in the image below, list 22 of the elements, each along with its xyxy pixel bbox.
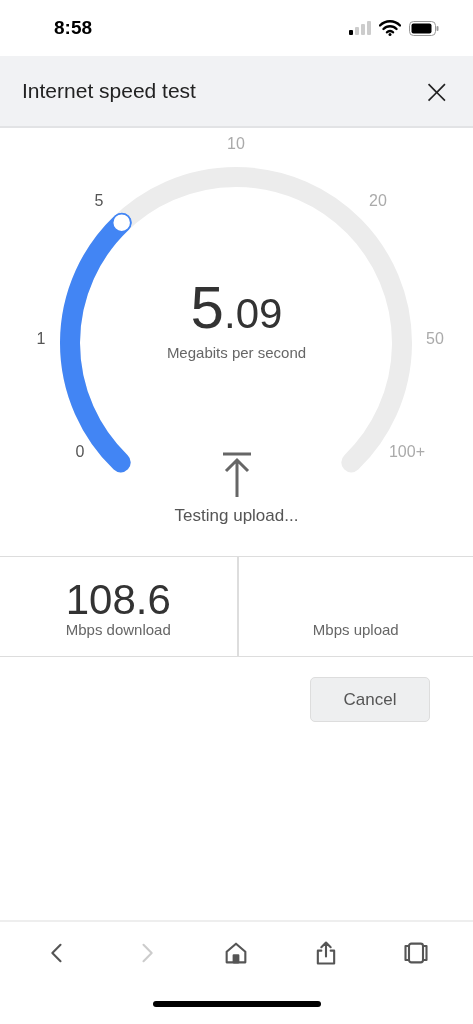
result-label: Mbps upload [312, 621, 399, 638]
speed-reading: 5.09 [190, 278, 283, 338]
gauge-tick-label: 100+ [389, 443, 425, 460]
result-label: Mbps download [65, 621, 171, 638]
status-time: 8:58 [54, 17, 93, 39]
gauge-tick-label: 10 [227, 135, 245, 152]
test-status: Testing upload... [174, 506, 299, 526]
close-button[interactable]: × [422, 74, 451, 108]
gauge-tick-label: 5 [94, 192, 104, 209]
battery-icon [409, 20, 439, 36]
cancel-button[interactable]: Cancel [310, 677, 430, 722]
upload-icon [220, 452, 253, 498]
signal-icon [349, 21, 371, 35]
gauge-tick-label: 50 [426, 330, 444, 347]
gauge-tick-label: 20 [369, 192, 387, 209]
gauge-knob [111, 212, 132, 233]
speed-unit: Megabits per second [166, 344, 307, 361]
result-value: 108.6 [65, 579, 171, 621]
page-title: Internet speed test [22, 79, 196, 103]
gauge-tick-label: 0 [75, 443, 85, 460]
wifi-icon [379, 20, 401, 36]
gauge-tick-label: 1 [36, 330, 46, 347]
